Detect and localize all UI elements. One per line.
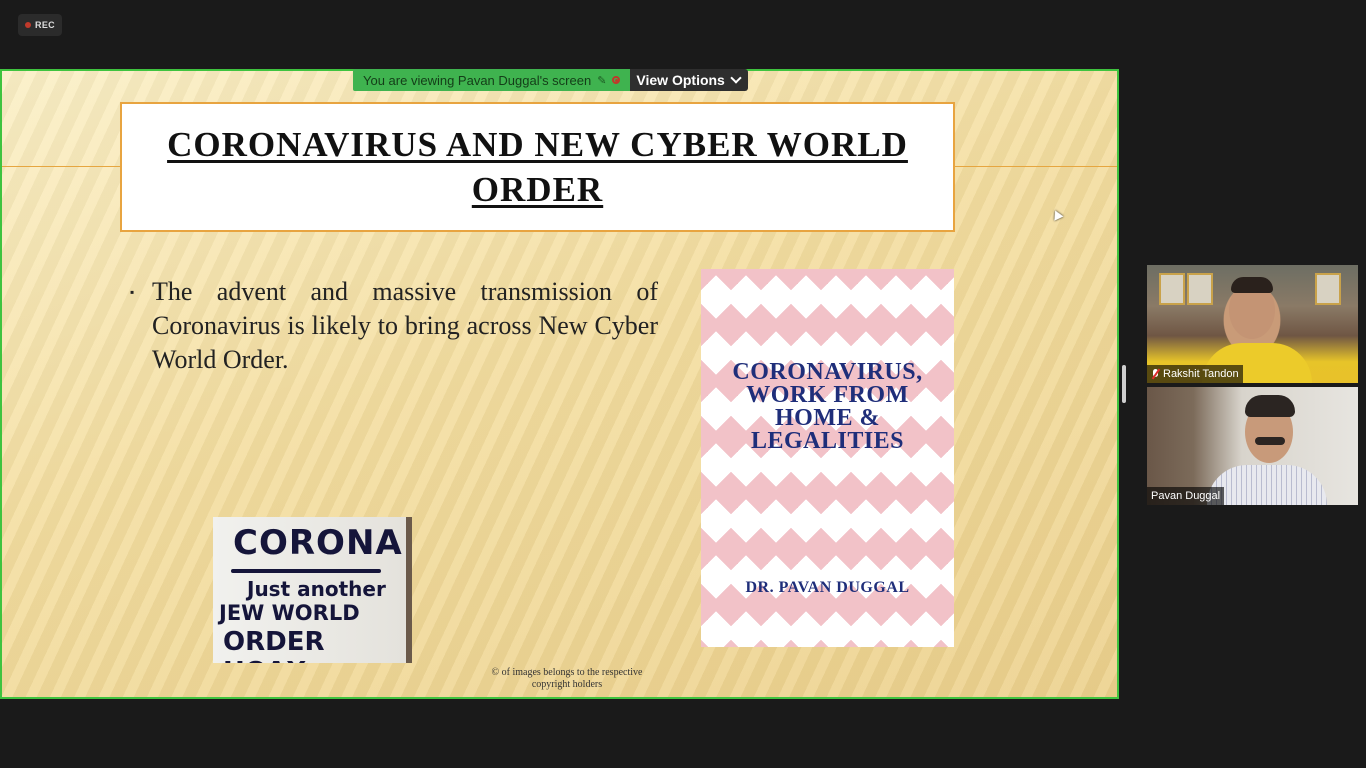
viewing-status: You are viewing Pavan Duggal's screen ✎: [353, 69, 631, 91]
bullet-text: The advent and massive transmission of C…: [152, 277, 658, 374]
book-title: CORONAVIRUS, WORK FROM HOME & LEGALITIES: [701, 359, 954, 454]
shared-screen: CORONAVIRUS AND NEW CYBER WORLD ORDER ▪ …: [0, 69, 1119, 699]
recording-indicator: REC: [18, 14, 62, 36]
view-options-button[interactable]: View Options: [630, 69, 748, 91]
wall-frame: [1315, 273, 1341, 305]
participant-body: [1207, 465, 1327, 505]
slide-title-box: CORONAVIRUS AND NEW CYBER WORLD ORDER: [120, 102, 955, 232]
book-title-line: WORK FROM: [746, 382, 909, 408]
corona-sign-image: CORONA Just another JEW WORLD ORDER HOAX: [213, 517, 412, 663]
participant-name-tag: Rakshit Tandon: [1147, 365, 1243, 383]
book-cover-image: CORONAVIRUS, WORK FROM HOME & LEGALITIES…: [701, 269, 954, 647]
participant-name: Pavan Duggal: [1151, 490, 1221, 502]
wall-frame: [1187, 273, 1213, 305]
record-dot-icon: [25, 22, 32, 28]
book-title-line: HOME &: [775, 405, 880, 431]
copyright-note: © of images belongs to the respective co…: [491, 667, 643, 690]
sign-underline: [231, 569, 381, 573]
book-author: DR. PAVAN DUGGAL: [745, 579, 910, 596]
participant-video-rakshit[interactable]: Rakshit Tandon: [1147, 265, 1358, 383]
split-view-handle[interactable]: [1122, 365, 1126, 403]
bullet-marker: ▪: [130, 285, 135, 299]
slide-title: CORONAVIRUS AND NEW CYBER WORLD ORDER: [167, 125, 908, 209]
participant-name: Rakshit Tandon: [1163, 368, 1239, 380]
chevron-down-icon: [730, 72, 742, 84]
participant-name-tag: Pavan Duggal: [1147, 487, 1225, 505]
viewing-text: You are viewing Pavan Duggal's screen: [363, 72, 592, 88]
sign-line-2: Just another: [247, 577, 386, 601]
book-title-line: LEGALITIES: [750, 428, 905, 454]
recording-status-icon: [612, 76, 621, 84]
participant-hair: [1231, 277, 1273, 293]
book-title-line: CORONAVIRUS,: [732, 359, 923, 385]
mouse-cursor-icon: [1050, 208, 1064, 221]
wall-frame: [1159, 273, 1185, 305]
sign-line-1: CORONA: [233, 523, 403, 563]
sign-line-4: ORDER HOAX: [223, 627, 325, 663]
participant-hair: [1245, 395, 1295, 417]
viewing-banner: You are viewing Pavan Duggal's screen ✎ …: [353, 69, 748, 91]
sign-line-3: JEW WORLD: [219, 601, 360, 625]
recording-label: REC: [35, 20, 55, 30]
view-options-label: View Options: [636, 72, 725, 88]
participant-video-pavan[interactable]: Pavan Duggal: [1147, 387, 1358, 505]
participant-mustache: [1255, 437, 1285, 445]
muted-microphone-icon: [1151, 368, 1160, 380]
slide-bullet: ▪ The advent and massive transmission of…: [130, 275, 658, 377]
microphone-muted-icon: ✎: [597, 74, 607, 87]
